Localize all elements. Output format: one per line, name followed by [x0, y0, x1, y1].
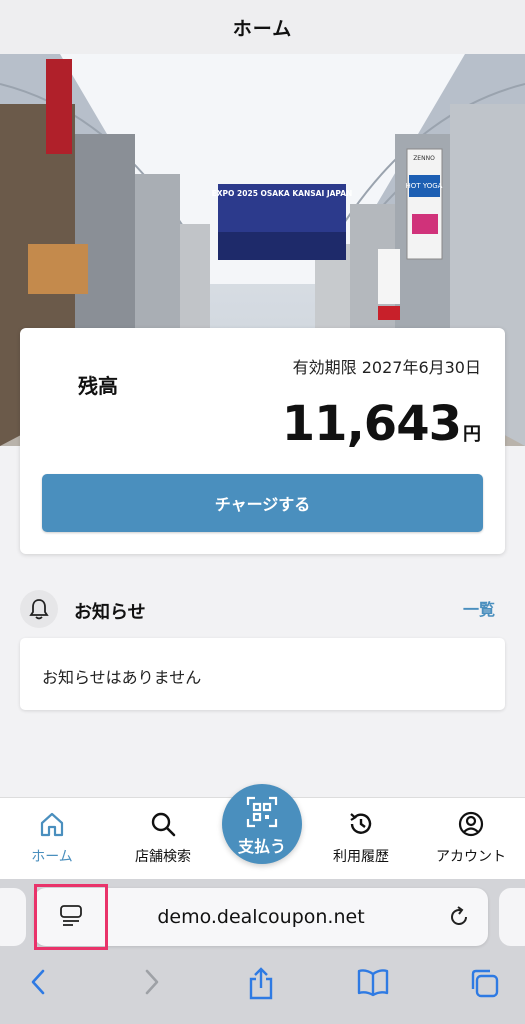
- next-tab-preview[interactable]: [499, 888, 525, 946]
- balance-card: 残高 有効期限 2027年6月30日 11,643 円 チャージする: [20, 328, 505, 554]
- tab-store-search-label: 店舗検索: [135, 849, 191, 865]
- browser-toolbar: [0, 959, 525, 1019]
- search-icon: [149, 810, 177, 842]
- sign-hot-yoga: HOT YOGA: [406, 182, 443, 190]
- tab-history-label: 利用履歴: [333, 849, 389, 865]
- notice-card: お知らせはありません: [20, 638, 505, 710]
- charge-button[interactable]: チャージする: [42, 474, 483, 532]
- notice-header: お知らせ 一覧: [20, 590, 505, 630]
- back-icon[interactable]: [26, 967, 52, 1001]
- expo-banner-text: EXPO 2025 OSAKA KANSAI JAPAN: [212, 189, 353, 198]
- notice-empty-text: お知らせはありません: [42, 668, 202, 687]
- share-icon[interactable]: [246, 967, 276, 1005]
- previous-tab-preview[interactable]: [0, 888, 26, 946]
- balance-amount: 11,643 円: [282, 396, 481, 452]
- balance-value: 11,643: [281, 396, 462, 452]
- notice-all-link[interactable]: 一覧: [463, 596, 495, 620]
- tab-history[interactable]: 利用履歴: [311, 798, 411, 880]
- home-icon: [38, 810, 66, 842]
- balance-unit: 円: [463, 424, 481, 445]
- tab-home-label: ホーム: [31, 849, 73, 865]
- expiry-date: 有効期限 2027年6月30日: [292, 358, 481, 377]
- app-screen: ホーム HOT YOGA ZENNO EXPO 2025 OSAKA KANSA…: [0, 0, 525, 1024]
- pay-label: 支払う: [237, 837, 286, 856]
- balance-label: 残高: [78, 374, 118, 398]
- tabs-icon[interactable]: [468, 967, 500, 1003]
- pay-button[interactable]: 支払う: [222, 784, 302, 864]
- forward-icon[interactable]: [138, 967, 164, 1001]
- qr-scan-icon: [246, 796, 278, 832]
- header: ホーム: [0, 0, 525, 54]
- sign-zenno: ZENNO: [413, 155, 435, 162]
- tab-store-search[interactable]: 店舗検索: [113, 798, 213, 880]
- bell-icon: [20, 590, 58, 628]
- notice-title: お知らせ: [74, 602, 146, 623]
- url-text: demo.dealcoupon.net: [157, 906, 365, 928]
- account-icon: [457, 810, 485, 842]
- history-icon: [347, 810, 375, 842]
- browser-chrome: demo.dealcoupon.net: [0, 879, 525, 1024]
- tab-account[interactable]: アカウント: [421, 798, 521, 880]
- page-title: ホーム: [232, 17, 293, 40]
- tab-home[interactable]: ホーム: [2, 798, 102, 880]
- bookmarks-icon[interactable]: [356, 967, 390, 1001]
- tab-account-label: アカウント: [436, 849, 506, 865]
- address-bar[interactable]: demo.dealcoupon.net: [34, 884, 488, 950]
- reload-icon[interactable]: [446, 904, 472, 934]
